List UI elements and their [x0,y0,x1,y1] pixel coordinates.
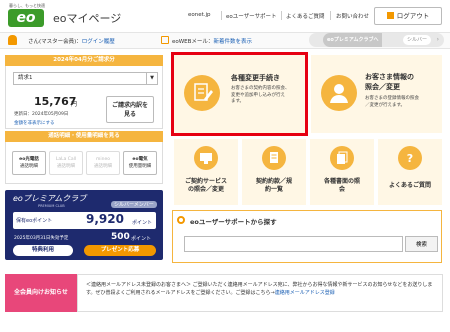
present-apply-button[interactable]: プレゼント応募 [84,245,156,256]
nav-contact[interactable]: お問い合わせ [336,12,369,20]
benefit-button[interactable]: 特典利用 [13,245,73,256]
user-status: さん(マスター会員)：ログイン履歴 [28,37,115,45]
eo-denki-button[interactable]: eo電気 使用量明細 [123,151,157,175]
service-name: eo電気 [132,157,148,162]
service-detail: 通話明細 [94,164,112,169]
monitor-icon [194,146,218,170]
highlight-frame [171,52,308,136]
label-line: ご契約サービス [184,178,227,185]
document-icon [262,146,286,170]
terms-label: 契約約款／規 約一覧 [242,178,306,194]
points-unit: ポイント [132,220,153,226]
chevron-right-icon: › [436,36,439,43]
expire-points: 500 [111,232,130,242]
faq-label: よくあるご質問 [378,182,442,190]
label-line: 契約約款／規 [255,178,292,185]
customer-info-title: お客さま情報の 照会／変更 [365,72,414,92]
service-detail: 通話明細 [57,164,75,169]
eo-hikari-phone-button[interactable]: eo光電話 通話明細 [12,151,46,175]
service-detail: 通話明細 [20,164,38,169]
points-value: 9,920 [86,212,124,226]
user-role: さん(マスター会員)： [28,39,82,45]
billing-select[interactable]: 請求1 ▼ [13,72,158,85]
premium-club-bar[interactable]: eoプレミアムクラブへ シルバー › [309,33,444,47]
logout-icon [386,12,394,19]
notice-label: 全会員向けお知らせ [5,274,77,312]
rank-badge: シルバー [403,35,432,45]
service-name: LaLa Call [55,157,77,162]
nav-eonet[interactable]: eonet.jp [188,12,211,18]
club-subtitle: PREMIUM CLUB [38,204,65,208]
title-line: お客さま情報の [365,73,414,81]
lalacall-button: LaLa Call 通話明細 [49,151,83,175]
divider [330,11,331,20]
billing-detail-label-2: 見る [123,111,136,118]
desc-line: お客さまの登録情報の照会 [365,96,419,101]
premium-club-label: eoプレミアムクラブへ [323,33,383,47]
question-icon: ? [398,146,422,170]
label-line: 会 [338,186,345,193]
member-rank-badge: シルバーメンバー [111,201,157,208]
eoweb-mail-label: eoWEBメール： [172,39,214,45]
search-button[interactable]: 検索 [405,236,438,252]
billing-unit: 円 [71,101,78,108]
contract-services-label: ご契約サービス の照会／変更 [174,178,238,194]
search-input[interactable] [184,236,403,252]
files-icon [330,146,354,170]
page-title[interactable]: eoマイページ [53,10,121,26]
divider [281,11,282,20]
login-history-link[interactable]: ログイン履歴 [82,39,115,45]
notice-text: ＜連絡用メールアドレス未登録のお客さまへ＞ ご登録いただく連絡用メールアドレス宛… [86,282,433,296]
person-icon [321,75,357,111]
search-title: eoユーザーサポートから探す [190,218,277,226]
mail-icon [161,36,169,44]
chevron-down-icon: ▼ [146,73,157,84]
service-name: eo光電話 [19,157,39,162]
expire-unit: ポイント [131,236,152,242]
service-detail: 使用量明細 [128,164,152,169]
nav-user-support[interactable]: eoユーザーサポート [226,12,277,20]
mineo-button: mineo 通話明細 [86,151,120,175]
eo-logo[interactable]: eo [8,9,44,27]
title-line: 照会／変更 [365,83,400,91]
billing-detail-label-1: ご請求内訳を [111,102,148,109]
label-line: 約一覧 [264,186,283,193]
label-line: の照会／変更 [187,186,224,193]
updated-date: 更新日：2024年05月09日 [14,112,69,117]
expire-text: 2025年03月31日失効予定 [14,236,69,241]
logout-button[interactable]: ログアウト [374,7,442,25]
logout-label: ログアウト [396,12,430,20]
label-line: よくあるご質問 [388,182,431,189]
usage-details-heading: 通話明細・使用量明細を見る [5,131,163,142]
divider [221,11,222,20]
documents-label: 各種書面の照 会 [310,178,374,194]
billing-heading: 2024年04月分ご請求分 [5,55,163,66]
service-name: mineo [95,157,110,162]
search-icon [177,216,185,224]
points-label: 保有eoポイント [16,218,53,224]
mail-status: eoWEBメール：新着件数を表示 [172,37,252,45]
new-mail-link[interactable]: 新着件数を表示 [213,39,252,45]
billing-detail-button[interactable]: ご請求内訳を 見る [106,96,154,123]
user-icon [8,35,17,45]
register-email-link[interactable]: 連絡用メールアドレス登録 [275,290,335,296]
club-title: eoプレミアムクラブ [13,194,87,203]
desc-line: ／変更が行えます。 [365,102,406,108]
billing-select-value: 請求1 [18,75,33,81]
nav-faq[interactable]: よくあるご質問 [286,12,325,20]
hide-amount-link[interactable]: 金額を非表示にする [14,120,55,126]
svg-text:?: ? [407,152,413,165]
customer-info-desc: お客さまの登録情報の照会 ／変更が行えます。 [365,96,419,109]
notice-box: ＜連絡用メールアドレス未登録のお客さまへ＞ ご登録いただく連絡用メールアドレス宛… [77,274,443,312]
label-line: 各種書面の照 [323,178,360,185]
